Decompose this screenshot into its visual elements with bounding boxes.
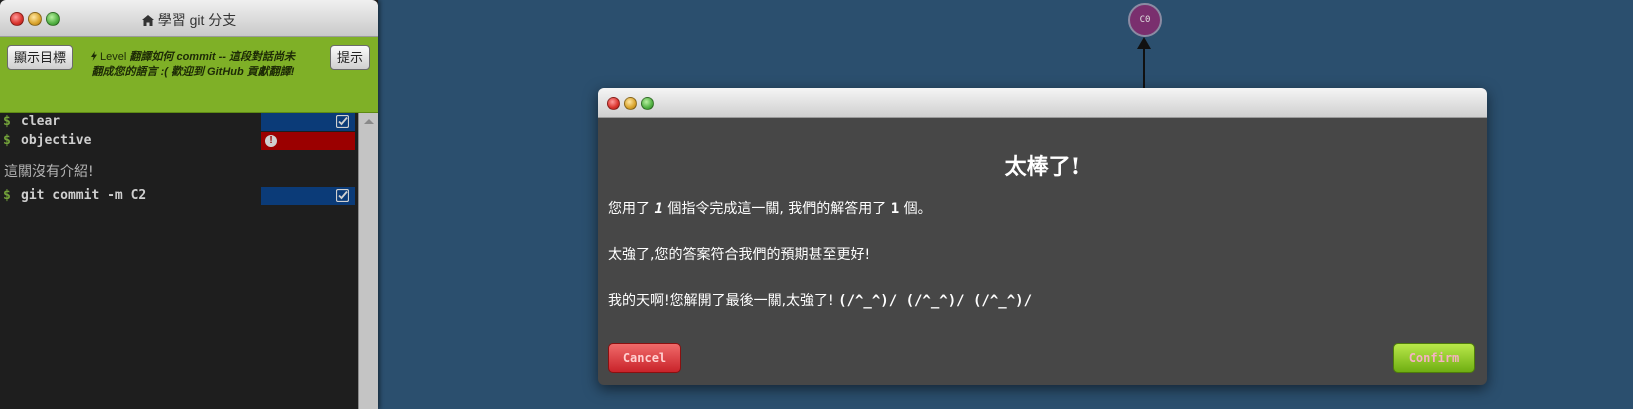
status-success (261, 113, 355, 131)
level-intro-text: 這關沒有介紹! (4, 164, 94, 180)
level-description: Level 翻譯如何 commit -- 這段對話尚未翻成您的語言 :( 歡迎到… (88, 50, 298, 80)
terminal-title: 學習 git 分支 (0, 10, 378, 30)
terminal-title-text: 學習 git 分支 (157, 12, 237, 28)
level-complete-dialog: 太棒了! 您用了 1 個指令完成這一關, 我們的解答用了 1 個。 太強了,您的… (598, 88, 1487, 385)
commands-text-b: 個指令完成這一關, 我們的解答用了 (667, 201, 887, 217)
show-goal-button[interactable]: 顯示目標 (7, 45, 74, 70)
prompt-symbol: $ (3, 188, 11, 203)
commit-edge (1143, 48, 1145, 88)
terminal-line-git-commit: $ git commit -m C2 (0, 187, 355, 205)
prompt-symbol: $ (3, 114, 11, 129)
lightning-icon (90, 51, 97, 61)
scroll-up-arrow-icon[interactable] (364, 119, 374, 124)
command-text: clear (21, 114, 61, 129)
exclamation-icon: ! (265, 135, 277, 147)
terminal-output: $ clear $ objective ! 這關沒有介紹! $ git comm… (0, 113, 358, 409)
level-prefix: Level (100, 51, 127, 63)
dialog-titlebar (598, 88, 1487, 118)
close-window-button[interactable] (607, 97, 620, 110)
celebration-emoticons: (/^_^)/ (/^_^)/ (/^_^)/ (838, 293, 1033, 309)
checkbox-check-icon (336, 189, 349, 202)
status-error: ! (261, 132, 355, 150)
cancel-button[interactable]: Cancel (608, 343, 681, 373)
commands-text-c: 個。 (903, 201, 932, 217)
status-success (261, 187, 355, 205)
terminal-window: 學習 git 分支 顯示目標 Level 翻譯如何 commit -- 這段對話… (0, 0, 378, 409)
commit-node-c0[interactable]: C0 (1128, 3, 1162, 37)
prompt-symbol: $ (3, 133, 11, 148)
solution-command-count: 1 (890, 201, 900, 217)
dialog-line-commands: 您用了 1 個指令完成這一關, 我們的解答用了 1 個。 (608, 198, 932, 218)
user-command-count: 1 (654, 201, 663, 217)
dialog-line-praise: 太強了,您的答案符合我們的預期甚至更好! (608, 247, 871, 263)
command-text: git commit -m C2 (21, 188, 147, 203)
terminal-scrollbar[interactable] (358, 113, 378, 409)
level-header: 顯示目標 Level 翻譯如何 commit -- 這段對話尚未翻成您的語言 :… (0, 37, 378, 113)
final-text: 我的天啊!您解開了最後一關,太強了! (608, 293, 834, 309)
terminal-line-clear: $ clear (0, 113, 355, 131)
dialog-line-final: 我的天啊!您解開了最後一關,太強了! (/^_^)/ (/^_^)/ (/^_^… (608, 290, 1032, 310)
maximize-window-button[interactable] (641, 97, 654, 110)
minimize-window-button[interactable] (624, 97, 637, 110)
commands-text-a: 您用了 (608, 201, 650, 217)
command-text: objective (21, 133, 92, 148)
terminal-line-objective: $ objective ! (0, 132, 355, 150)
checkbox-check-icon (336, 115, 349, 128)
hint-button[interactable]: 提示 (330, 45, 371, 70)
dialog-title: 太棒了! (1004, 154, 1081, 180)
terminal-titlebar: 學習 git 分支 (0, 0, 378, 37)
confirm-button[interactable]: Confirm (1393, 343, 1475, 373)
home-icon (141, 15, 154, 26)
